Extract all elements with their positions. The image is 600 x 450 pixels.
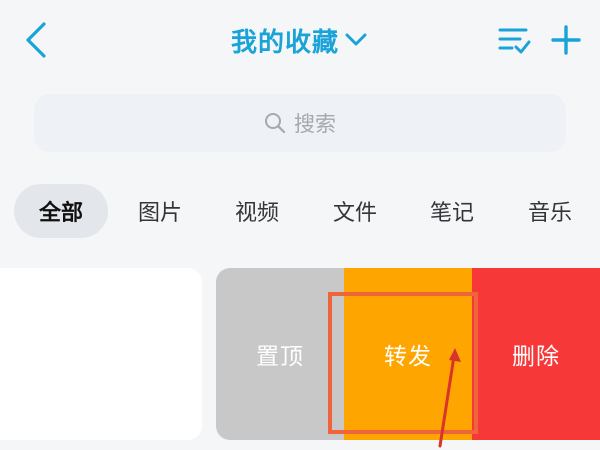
swipe-action-group: 置顶 转发 删除 xyxy=(216,268,600,440)
header-bar: 我的收藏 xyxy=(0,0,600,80)
tab-images[interactable]: 图片 xyxy=(124,184,196,238)
tab-videos[interactable]: 视频 xyxy=(221,184,293,238)
title-dropdown-toggle[interactable] xyxy=(345,28,369,52)
tab-notes[interactable]: 笔记 xyxy=(416,184,488,238)
delete-label: 删除 xyxy=(512,344,560,370)
forward-label: 转发 xyxy=(384,344,432,370)
favorites-screen: 我的收藏 搜索 全部 图片 视频 文件 笔记 音乐 置顶 转发 删除 xyxy=(0,0,600,450)
tab-label: 文件 xyxy=(332,201,377,226)
add-button[interactable] xyxy=(546,20,586,60)
tab-label: 全部 xyxy=(38,201,83,226)
forward-button[interactable]: 转发 xyxy=(344,268,472,440)
multi-select-button[interactable] xyxy=(494,20,534,60)
chevron-left-icon xyxy=(26,22,46,58)
category-tabs: 全部 图片 视频 文件 笔记 音乐 xyxy=(0,184,600,238)
list-check-icon xyxy=(498,28,531,54)
tab-music[interactable]: 音乐 xyxy=(514,184,586,238)
tab-files[interactable]: 文件 xyxy=(319,184,391,238)
chevron-down-icon xyxy=(345,33,367,46)
tab-all[interactable]: 全部 xyxy=(14,184,108,238)
search-placeholder: 搜索 xyxy=(294,112,336,136)
search-input[interactable]: 搜索 xyxy=(34,94,566,152)
page-title[interactable]: 我的收藏 xyxy=(231,22,339,59)
pin-label: 置顶 xyxy=(256,344,304,370)
delete-button[interactable]: 删除 xyxy=(472,268,600,440)
search-icon xyxy=(265,113,286,134)
plus-icon xyxy=(551,25,581,55)
favorite-item-card[interactable] xyxy=(0,268,202,440)
tab-label: 音乐 xyxy=(527,201,572,226)
tab-label: 视频 xyxy=(234,201,279,226)
tab-label: 笔记 xyxy=(429,201,474,226)
pin-to-top-button[interactable]: 置顶 xyxy=(216,268,344,440)
back-button[interactable] xyxy=(18,18,54,62)
tab-label: 图片 xyxy=(137,201,182,226)
